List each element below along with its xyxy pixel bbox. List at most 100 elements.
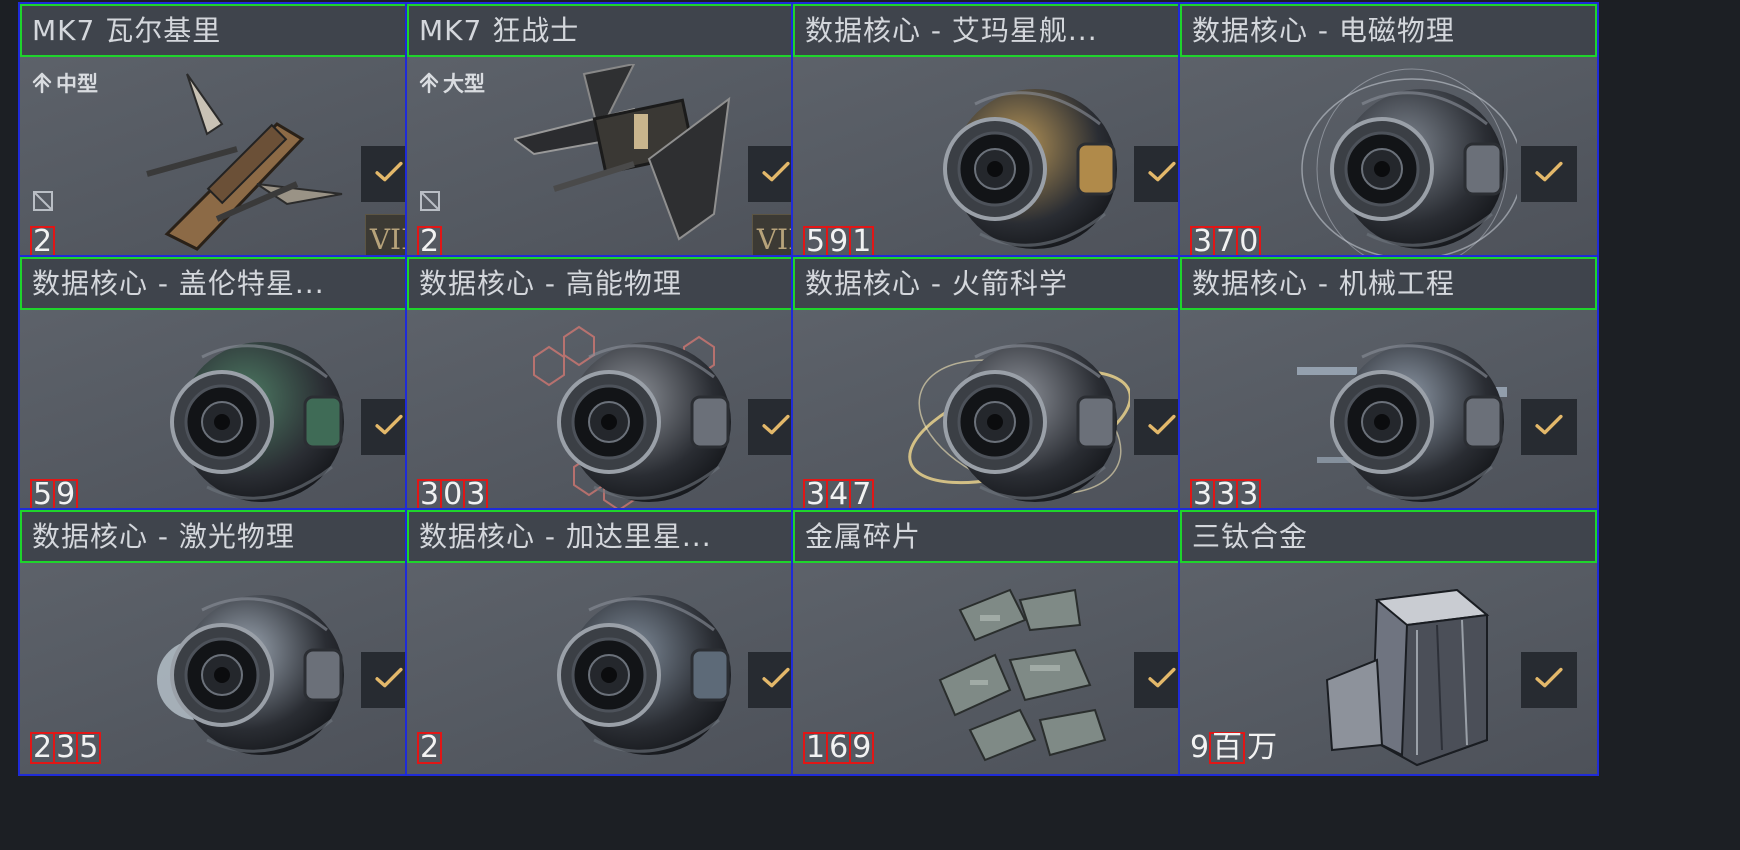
- item-quantity: 22: [30, 226, 56, 258]
- item-title: 数据核心 - 火箭科学: [793, 257, 1210, 310]
- check-icon: [1532, 661, 1566, 699]
- quantity-digit: 3: [803, 479, 829, 511]
- item-card[interactable]: 数据核心 - 艾玛星舰... 591591: [791, 2, 1212, 270]
- check-icon: [759, 155, 793, 193]
- item-image: [514, 317, 744, 517]
- check-icon: [1145, 408, 1179, 446]
- item-title: MK7 狂战士: [407, 4, 824, 57]
- item-image: [127, 64, 357, 264]
- check-icon: [372, 408, 406, 446]
- item-title: 数据核心 - 艾玛星舰...: [793, 4, 1210, 57]
- item-title: 数据核心 - 电磁物理: [1180, 4, 1597, 57]
- quantity-digit: 1: [849, 226, 875, 258]
- item-title: 三钛合金: [1180, 510, 1597, 563]
- quantity-digit: 2: [417, 732, 443, 764]
- item-card[interactable]: 数据核心 - 机械工程 333333: [1178, 255, 1599, 523]
- item-title: 数据核心 - 激光物理: [20, 510, 437, 563]
- item-quantity: 591591: [803, 226, 875, 258]
- item-card[interactable]: 数据核心 - 高能物理 303303: [405, 255, 826, 523]
- item-grid: MK7 瓦尔基里 中型VII22MK7 狂战士 大型VII22数据核心 - 艾玛…: [0, 0, 1740, 850]
- select-check-button[interactable]: [1521, 399, 1577, 455]
- item-quantity: 303303: [417, 479, 489, 511]
- quantity-digit: 3: [1213, 479, 1239, 511]
- item-image: [900, 64, 1130, 264]
- quantity-digit: 2: [30, 226, 56, 258]
- item-image: [1287, 570, 1517, 770]
- check-icon: [1145, 155, 1179, 193]
- item-card[interactable]: 数据核心 - 加达里星... 22: [405, 508, 826, 776]
- check-icon: [372, 155, 406, 193]
- item-quantity: 235235: [30, 732, 102, 764]
- quantity-digit: 9: [53, 479, 79, 511]
- quantity-digit: 5: [30, 479, 56, 511]
- item-image: [1287, 317, 1517, 517]
- item-card[interactable]: 数据核心 - 火箭科学 347347: [791, 255, 1212, 523]
- quantity-digit: 3: [53, 732, 79, 764]
- item-image: [511, 62, 744, 264]
- quantity-digit: 百: [1209, 732, 1246, 764]
- item-image: [514, 570, 744, 770]
- quantity-digit: 2: [417, 226, 443, 258]
- item-quantity: 22: [417, 732, 443, 764]
- quantity-digit: 2: [30, 732, 56, 764]
- item-card[interactable]: 数据核心 - 激光物理 235235: [18, 508, 439, 776]
- quantity-digit: 9: [849, 732, 875, 764]
- quantity-digit: 3: [1190, 226, 1216, 258]
- slot-icon: [32, 190, 54, 212]
- quantity-digit: 6: [826, 732, 852, 764]
- check-icon: [759, 661, 793, 699]
- item-title: 金属碎片: [793, 510, 1210, 563]
- quantity-suffix: 万: [1247, 730, 1278, 765]
- quantity-digit: 7: [849, 479, 875, 511]
- ship-size-text: 中型: [56, 72, 98, 96]
- item-quantity: 9百百万: [1190, 732, 1277, 764]
- item-title: 数据核心 - 高能物理: [407, 257, 824, 310]
- check-icon: [1532, 155, 1566, 193]
- item-image: [900, 317, 1132, 517]
- item-card[interactable]: MK7 狂战士 大型VII22: [405, 2, 826, 270]
- quantity-digit: 3: [463, 479, 489, 511]
- slot-icon: [419, 190, 441, 212]
- quantity-digit: 0: [440, 479, 466, 511]
- quantity-digit: 3: [1190, 479, 1216, 511]
- item-card[interactable]: 三钛合金 9百百万: [1178, 508, 1599, 776]
- item-card[interactable]: 数据核心 - 盖伦特星... 5959: [18, 255, 439, 523]
- item-image: [127, 570, 357, 770]
- item-quantity: 333333: [1190, 479, 1262, 511]
- item-quantity: 5959: [30, 479, 79, 511]
- ship-size-icon: [417, 72, 441, 94]
- ship-size-label: 大型: [417, 68, 485, 98]
- quantity-digit: 3: [1236, 479, 1262, 511]
- check-icon: [372, 661, 406, 699]
- check-icon: [759, 408, 793, 446]
- quantity-digit: 0: [1236, 226, 1262, 258]
- item-title: MK7 瓦尔基里: [20, 4, 437, 57]
- quantity-digit: 1: [803, 732, 829, 764]
- ship-size-text: 大型: [443, 72, 485, 96]
- item-quantity: 22: [417, 226, 443, 258]
- quantity-prefix: 9: [1190, 730, 1210, 765]
- ship-size-icon: [30, 72, 54, 94]
- quantity-digit: 3: [417, 479, 443, 511]
- item-quantity: 169169: [803, 732, 875, 764]
- item-image: [127, 317, 357, 517]
- select-check-button[interactable]: [1521, 146, 1577, 202]
- item-quantity: 370370: [1190, 226, 1262, 258]
- check-icon: [1532, 408, 1566, 446]
- quantity-digit: 5: [803, 226, 829, 258]
- item-title: 数据核心 - 机械工程: [1180, 257, 1597, 310]
- item-title: 数据核心 - 加达里星...: [407, 510, 824, 563]
- item-card[interactable]: 金属碎片 169169: [791, 508, 1212, 776]
- item-card[interactable]: 数据核心 - 电磁物理 370370: [1178, 2, 1599, 270]
- ship-size-label: 中型: [30, 68, 98, 98]
- item-quantity: 347347: [803, 479, 875, 511]
- select-check-button[interactable]: [1521, 652, 1577, 708]
- quantity-digit: 7: [1213, 226, 1239, 258]
- item-image: [900, 570, 1130, 770]
- item-card[interactable]: MK7 瓦尔基里 中型VII22: [18, 2, 439, 270]
- quantity-digit: 4: [826, 479, 852, 511]
- item-image: [1287, 64, 1523, 270]
- quantity-digit: 9: [826, 226, 852, 258]
- check-icon: [1145, 661, 1179, 699]
- quantity-digit: 5: [76, 732, 102, 764]
